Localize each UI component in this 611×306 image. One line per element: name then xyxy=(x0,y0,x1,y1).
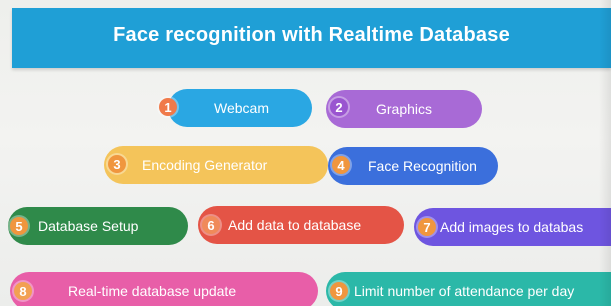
step-label: Encoding Generator xyxy=(142,157,268,173)
step-label: Limit number of attendance per day xyxy=(354,283,575,299)
step-pill-encoding-generator: Encoding Generator xyxy=(104,146,328,184)
step-pill-database-setup: Database Setup xyxy=(8,207,188,245)
slide: Face recognition with Realtime Database … xyxy=(0,0,611,306)
step-number-badge: 5 xyxy=(10,217,28,235)
title-banner: Face recognition with Realtime Database xyxy=(12,8,611,68)
step-label: Database Setup xyxy=(38,218,139,234)
step-number-badge: 9 xyxy=(330,282,348,300)
step-pill-add-images-to-database: Add images to databas xyxy=(414,208,611,246)
screen-edge-shadow xyxy=(599,0,611,306)
step-pill-add-data-to-database: Add data to database xyxy=(198,206,404,244)
step-label: Graphics xyxy=(376,101,433,117)
step-number-badge: 6 xyxy=(202,216,220,234)
step-pill-webcam: Webcam xyxy=(168,89,312,127)
slide-title: Face recognition with Realtime Database xyxy=(113,24,510,46)
step-number-badge: 3 xyxy=(108,155,126,173)
step-pill-limit-attendance: Limit number of attendance per day xyxy=(326,272,611,306)
step-number-badge: 7 xyxy=(418,218,436,236)
step-label: Add data to database xyxy=(228,217,362,233)
step-label: Face Recognition xyxy=(368,158,477,174)
step-number-badge: 1 xyxy=(159,98,177,116)
step-number-badge: 8 xyxy=(14,282,32,300)
step-number-badge: 2 xyxy=(330,98,348,116)
step-number-badge: 4 xyxy=(332,156,350,174)
step-pill-face-recognition: Face Recognition xyxy=(328,147,498,185)
step-pill-real-time-database-update: Real-time database update xyxy=(10,272,318,306)
step-label: Webcam xyxy=(214,100,269,116)
step-label: Real-time database update xyxy=(68,283,237,299)
step-label: Add images to databas xyxy=(440,219,584,235)
step-pill-graphics: Graphics xyxy=(326,90,482,128)
